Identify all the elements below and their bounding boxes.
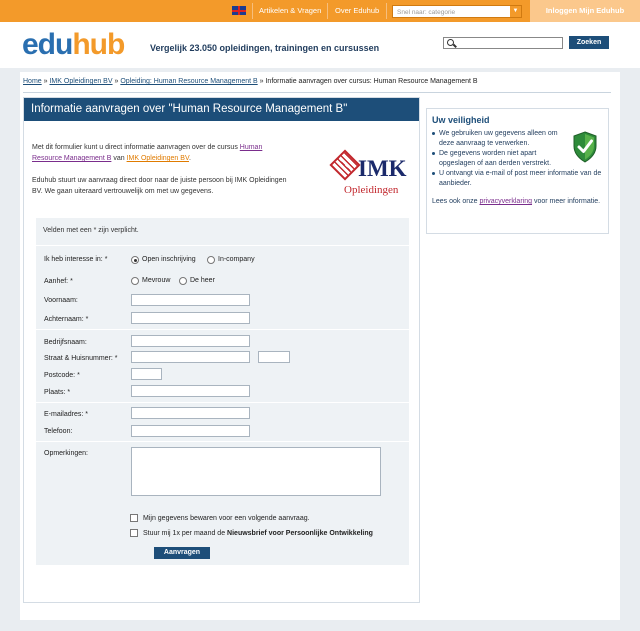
breadcrumb: Home » IMK Opleidingen BV » Opleiding: H…	[23, 78, 478, 85]
divider	[23, 92, 611, 93]
intro-text: Met dit formulier kunt u direct informat…	[32, 142, 292, 208]
breadcrumb-provider[interactable]: IMK Opleidingen BV	[49, 78, 112, 85]
list-item: U ontvangt via e-mail of post meer infor…	[432, 169, 602, 189]
required-note: Velden met een * zijn verplicht.	[43, 227, 139, 234]
city-field[interactable]	[131, 385, 250, 397]
divider	[327, 3, 328, 19]
intro-paragraph-2: Eduhub stuurt uw aanvraag direct door na…	[32, 177, 287, 195]
imk-logo-diamond-icon	[329, 149, 361, 181]
email-label: E-mailadres: *	[44, 411, 88, 418]
newsletter-checkbox[interactable]	[130, 529, 138, 537]
request-form: Velden met een * zijn verplicht. Ik heb …	[36, 218, 409, 565]
city-label: Plaats: *	[44, 389, 71, 396]
site-tagline: Vergelijk 23.050 opleidingen, trainingen…	[150, 43, 380, 53]
phone-field[interactable]	[131, 425, 250, 437]
login-button[interactable]: Inloggen Mijn Eduhub	[530, 0, 640, 22]
street-field[interactable]	[131, 351, 250, 363]
category-select[interactable]: Snel naar: categorie ▼	[392, 5, 522, 18]
provider-link[interactable]: IMK Opleidingen BV	[127, 155, 189, 162]
security-shield-check-icon	[573, 131, 597, 163]
remarks-textarea[interactable]	[131, 447, 381, 496]
breadcrumb-home[interactable]: Home	[23, 78, 42, 85]
radio-label: Open inschrijving	[142, 256, 196, 263]
eduhub-logo[interactable]: eduhub	[22, 28, 125, 62]
privacy-note: Lees ook onze privacyverklaring voor mee…	[432, 198, 601, 205]
divider	[36, 441, 409, 442]
imk-logo: IMK Opleidingen	[329, 146, 412, 202]
list-item: We gebruiken uw gegevens alleen om deze …	[432, 129, 570, 149]
category-select-placeholder: Snel naar: categorie	[397, 9, 456, 16]
uk-flag-icon[interactable]	[232, 6, 246, 15]
top-navigation-bar: Artikelen & Vragen Over Eduhub Snel naar…	[0, 0, 640, 22]
phone-label: Telefoon:	[44, 428, 73, 435]
email-field[interactable]	[131, 407, 250, 419]
postcode-field[interactable]	[131, 368, 162, 380]
divider	[36, 245, 409, 246]
search-button[interactable]: Zoeken	[569, 36, 609, 49]
chevron-down-icon[interactable]: ▼	[510, 6, 521, 17]
postcode-label: Postcode: *	[44, 372, 80, 379]
divider	[36, 402, 409, 403]
radio-label: Mevrouw	[142, 277, 171, 284]
house-number-field[interactable]	[258, 351, 290, 363]
submit-button[interactable]: Aanvragen	[154, 547, 210, 559]
divider	[386, 3, 387, 19]
search-icon	[447, 39, 454, 46]
page-title: Informatie aanvragen over "Human Resourc…	[24, 98, 419, 121]
divider	[36, 329, 409, 330]
nav-link-articles[interactable]: Artikelen & Vragen	[259, 0, 321, 22]
list-item: De gegevens worden niet apart opgeslagen…	[432, 149, 570, 169]
last-name-field[interactable]	[131, 312, 250, 324]
radio-open-inschrijving[interactable]	[131, 256, 139, 264]
radio-de-heer[interactable]	[179, 277, 187, 285]
site-header: eduhub Vergelijk 23.050 opleidingen, tra…	[0, 22, 640, 68]
privacy-link[interactable]: privacyverklaring	[479, 198, 532, 205]
save-details-checkbox[interactable]	[130, 514, 138, 522]
breadcrumb-course[interactable]: Opleiding: Human Resource Management B	[120, 78, 257, 85]
security-sidebar: Uw veiligheid We gebruiken uw gegevens a…	[426, 108, 609, 234]
company-label: Bedrijfsnaam:	[44, 339, 87, 346]
newsletter-label: Stuur mij 1x per maand de Nieuwsbrief vo…	[143, 530, 373, 537]
radio-label: In-company	[218, 256, 255, 263]
radio-in-company[interactable]	[207, 256, 215, 264]
interest-label: Ik heb interesse in: *	[44, 256, 108, 263]
radio-mevrouw[interactable]	[131, 277, 139, 285]
salutation-label: Aanhef: *	[44, 278, 73, 285]
breadcrumb-current: Informatie aanvragen over cursus: Human …	[265, 78, 478, 85]
nav-link-about[interactable]: Over Eduhub	[335, 0, 379, 22]
remarks-label: Opmerkingen:	[44, 450, 88, 457]
radio-label: De heer	[190, 277, 215, 284]
search-input[interactable]	[443, 37, 563, 49]
street-label: Straat & Huisnummer: *	[44, 355, 118, 362]
save-details-label: Mijn gegevens bewaren voor een volgende …	[143, 515, 310, 522]
first-name-field[interactable]	[131, 294, 250, 306]
last-name-label: Achternaam: *	[44, 316, 89, 323]
divider	[252, 3, 253, 19]
request-info-section: Informatie aanvragen over "Human Resourc…	[23, 97, 420, 603]
sidebar-title: Uw veiligheid	[432, 115, 490, 125]
company-field[interactable]	[131, 335, 250, 347]
first-name-label: Voornaam:	[44, 297, 78, 304]
